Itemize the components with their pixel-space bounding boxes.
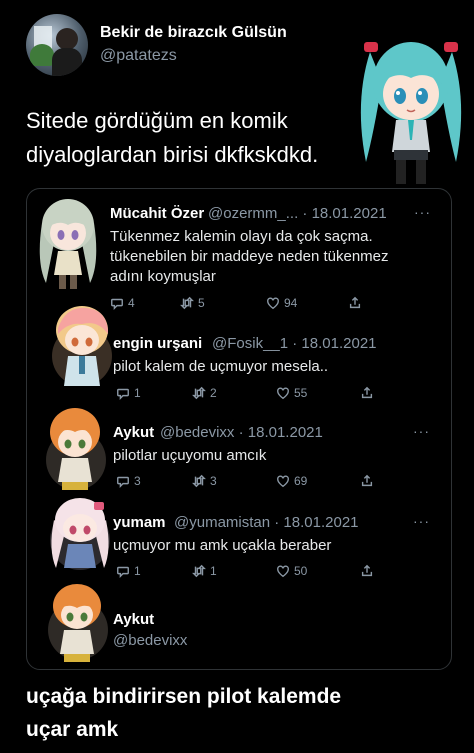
reply-meta: @yumamistan · 18.01.2021: [174, 514, 359, 531]
like-count: 55: [294, 386, 308, 400]
more-options-icon[interactable]: ···: [413, 513, 430, 529]
retweet-icon: [192, 564, 206, 578]
reply-button[interactable]: 3: [116, 474, 192, 488]
reply-actions: 3 3 69: [116, 474, 374, 488]
reply-text: uçmuyor mu amk uçakla beraber: [113, 536, 433, 556]
reply-text: pilotlar uçuyomu amcık: [113, 446, 433, 466]
reply-date[interactable]: · 18.01.2021: [239, 424, 323, 441]
like-icon: [277, 387, 289, 400]
like-icon: [277, 475, 289, 488]
retweet-count: 2: [210, 386, 217, 400]
like-button[interactable]: 55: [276, 386, 360, 400]
share-button[interactable]: [360, 564, 374, 578]
share-icon: [361, 386, 373, 399]
retweet-icon: [180, 296, 194, 310]
retweet-icon: [192, 386, 206, 400]
reply-actions: 1 2 55: [116, 386, 374, 400]
reply-avatar[interactable]: [46, 300, 118, 392]
reply-author-name[interactable]: Aykut: [113, 424, 154, 441]
reply-count: 1: [134, 564, 141, 578]
retweet-button[interactable]: 5: [180, 296, 266, 310]
reply-icon: [117, 566, 129, 578]
share-icon: [361, 564, 373, 577]
reply-author-name[interactable]: Mücahit Özer: [110, 205, 204, 222]
reply-date[interactable]: · 18.01.2021: [302, 205, 386, 222]
like-button[interactable]: 50: [276, 564, 360, 578]
share-button[interactable]: [360, 386, 374, 400]
reply-text-line: tükenebilen bir maddeye neden tükenmez: [110, 248, 389, 265]
tweet-text-line: Sitede gördüğüm en komik: [26, 108, 288, 133]
reply-author-name[interactable]: engin urşani: [113, 335, 202, 352]
retweet-count: 1: [210, 564, 217, 578]
reply-handle[interactable]: @ozermm_...: [208, 205, 298, 222]
reply-text: Tükenmez kalemin olayı da çok saçma. tük…: [110, 227, 440, 287]
reply-text-line: pilotlar uçuyomu amcık: [113, 447, 267, 464]
reply-count: 4: [128, 296, 135, 310]
share-button[interactable]: [360, 474, 374, 488]
miku-sticker: [360, 42, 462, 184]
author-name[interactable]: Bekir de birazcık Gülsün: [100, 24, 287, 42]
reply-meta: @Fosik__1 · 18.01.2021: [212, 335, 377, 352]
retweet-icon: [192, 474, 206, 488]
retweet-count: 5: [198, 296, 205, 310]
reply-button[interactable]: 1: [116, 386, 192, 400]
reply-date[interactable]: · 18.01.2021: [292, 335, 376, 352]
reply-avatar[interactable]: [44, 494, 116, 576]
retweet-button[interactable]: 2: [192, 386, 276, 400]
reply-handle[interactable]: @Fosik__1: [212, 335, 288, 352]
like-icon: [267, 297, 279, 310]
like-icon: [277, 565, 289, 578]
reply-meta: @bedevixx · 18.01.2021: [160, 424, 323, 441]
reply-actions: 4 5 94: [110, 296, 362, 310]
reply-text-line: Tükenmez kalemin olayı da çok saçma.: [110, 228, 373, 245]
reply-avatar[interactable]: [42, 582, 112, 668]
like-count: 69: [294, 474, 308, 488]
retweet-button[interactable]: 1: [192, 564, 276, 578]
reply-count: 1: [134, 386, 141, 400]
reply-handle[interactable]: @bedevixx: [160, 424, 234, 441]
reply-text-line: adını koymuşlar: [110, 268, 216, 285]
reply-meta: @ozermm_... · 18.01.2021: [208, 205, 387, 222]
reply-count: 3: [134, 474, 141, 488]
last-reply-text-line: uçağa bindirirsen pilot kalemde: [26, 685, 342, 708]
reply-avatar[interactable]: [40, 402, 110, 498]
reply-button[interactable]: 1: [116, 564, 192, 578]
share-icon: [361, 474, 373, 487]
more-options-icon[interactable]: ···: [414, 204, 431, 220]
reply-date[interactable]: · 18.01.2021: [274, 514, 358, 531]
tweet-text: Sitede gördüğüm en komik diyaloglardan b…: [26, 104, 406, 172]
author-avatar[interactable]: [26, 14, 88, 76]
reply-actions: 1 1 50: [116, 564, 374, 578]
retweet-button[interactable]: 3: [192, 474, 276, 488]
reply-text-line: pilot kalem de uçmuyor mesela..: [113, 358, 329, 375]
reply-button[interactable]: 4: [110, 296, 180, 310]
reply-icon: [117, 476, 129, 488]
reply-text-line: uçmuyor mu amk uçakla beraber: [113, 537, 332, 554]
like-count: 50: [294, 564, 308, 578]
retweet-count: 3: [210, 474, 217, 488]
reply-icon: [117, 388, 129, 400]
reply-author-name[interactable]: yumam: [113, 514, 166, 531]
last-reply-text-line: uçar amk: [26, 718, 119, 741]
like-button[interactable]: 69: [276, 474, 360, 488]
more-options-icon[interactable]: ···: [413, 423, 430, 439]
reply-avatar[interactable]: [32, 193, 104, 293]
share-button[interactable]: [348, 296, 362, 310]
like-count: 94: [284, 296, 298, 310]
share-icon: [349, 296, 361, 309]
last-reply-text: uçağa bindirirsen pilot kalemde uçar amk: [26, 680, 341, 746]
last-author-name[interactable]: Aykut: [113, 611, 154, 628]
reply-text: pilot kalem de uçmuyor mesela..: [113, 357, 433, 377]
tweet-text-line: diyaloglardan birisi dkfkskdkd.: [26, 142, 319, 167]
reply-handle[interactable]: @yumamistan: [174, 514, 270, 531]
like-button[interactable]: 94: [266, 296, 348, 310]
last-author-handle[interactable]: @bedevixx: [113, 632, 187, 649]
author-handle[interactable]: @patatezs: [100, 47, 177, 65]
